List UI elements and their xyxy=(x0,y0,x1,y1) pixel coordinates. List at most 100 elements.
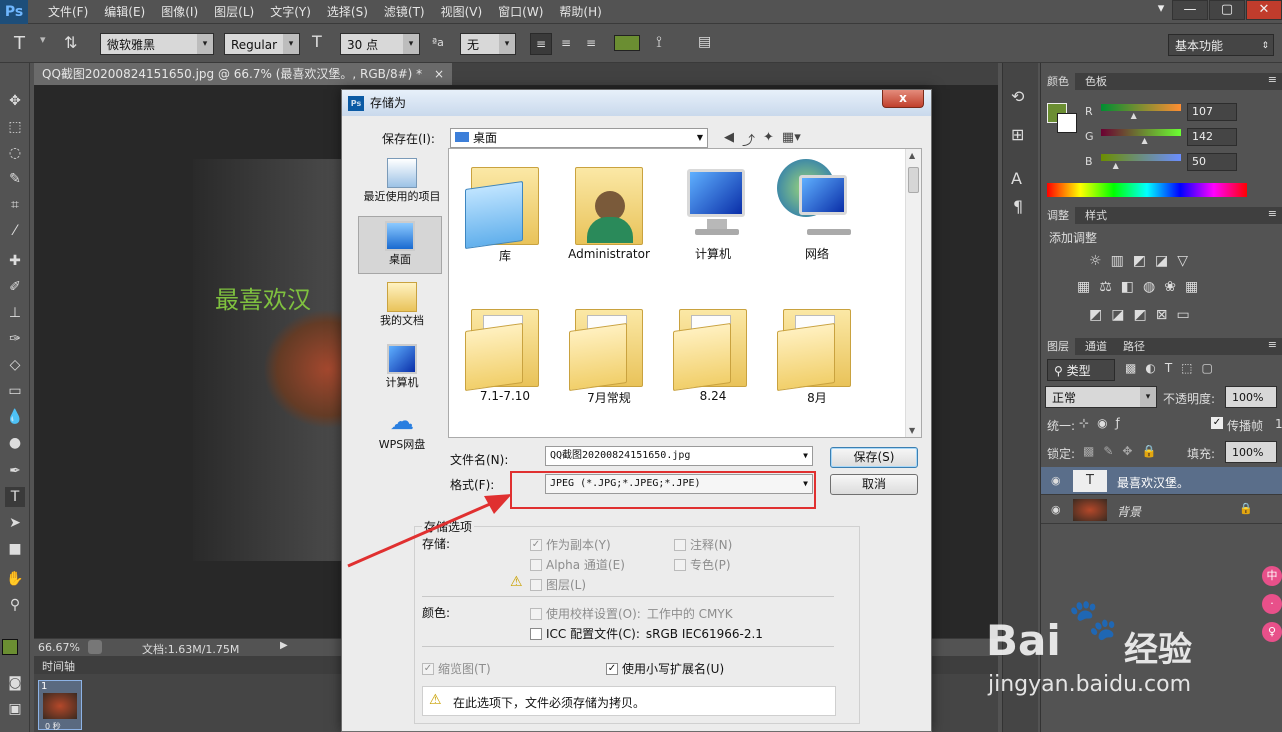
b-value-field[interactable]: 50 xyxy=(1187,153,1237,171)
zoom-level[interactable]: 66.67% xyxy=(38,641,80,654)
thumbnail-checkbox[interactable]: ✓ 缩览图(T) xyxy=(422,660,491,677)
back-icon[interactable]: ◀ xyxy=(724,130,734,149)
annotations-checkbox[interactable]: 注释(N) xyxy=(674,536,732,553)
r-slider[interactable] xyxy=(1101,104,1181,111)
dodge-tool-icon[interactable]: ● xyxy=(5,433,25,453)
file-item[interactable]: 8月 xyxy=(767,297,867,406)
shape-filter-icon[interactable]: ⬚ xyxy=(1181,361,1192,375)
lock-position-icon[interactable]: ✥ xyxy=(1122,444,1132,458)
quick-mask-icon[interactable]: ◙ xyxy=(5,673,25,693)
tool-preset-dropdown-icon[interactable]: ▾ xyxy=(40,33,46,46)
filename-input[interactable]: QQ截图20200824151650.jpg ▼ xyxy=(545,446,813,466)
icc-checkbox[interactable]: ICC 配置文件(C): sRGB IEC61966-2.1 xyxy=(530,625,763,642)
tab-paths[interactable]: 路径 xyxy=(1117,338,1151,355)
tab-swatches[interactable]: 色板 xyxy=(1079,73,1113,90)
align-left-icon[interactable]: ≡ xyxy=(530,33,552,55)
panel-menu-icon[interactable]: ≡ xyxy=(1268,338,1277,351)
photo-filter-icon[interactable]: ◍ xyxy=(1143,279,1155,295)
lock-transparency-icon[interactable]: ▩ xyxy=(1083,444,1094,458)
tab-channels[interactable]: 通道 xyxy=(1079,338,1113,355)
file-item[interactable]: 计算机 xyxy=(663,155,763,262)
unify-visibility-icon[interactable]: ◉ xyxy=(1097,416,1107,430)
cancel-button[interactable]: 取消 xyxy=(830,474,918,495)
timeline-title[interactable]: 时间轴 xyxy=(42,658,75,674)
font-size-select[interactable]: 30 点 ▾ xyxy=(340,33,420,55)
fill-field[interactable]: 100% xyxy=(1225,441,1277,463)
curves-icon[interactable]: ◩ xyxy=(1133,253,1146,269)
tab-layers[interactable]: 图层 xyxy=(1041,338,1075,355)
dialog-close-button[interactable]: x xyxy=(882,90,924,108)
place-documents[interactable]: 我的文档 xyxy=(358,282,446,328)
r-slider-thumb[interactable]: ▲ xyxy=(1131,111,1137,120)
b-slider[interactable] xyxy=(1101,154,1181,161)
levels-icon[interactable]: ▥ xyxy=(1111,253,1124,269)
minimize-icon[interactable]: ▾ xyxy=(1151,0,1171,20)
pen-tool-icon[interactable]: ✒ xyxy=(5,461,25,481)
place-recent[interactable]: 最近使用的项目 xyxy=(358,158,446,204)
hand-tool-icon[interactable]: ✋ xyxy=(5,569,25,589)
new-folder-icon[interactable]: ✦ xyxy=(763,130,774,149)
r-value-field[interactable]: 107 xyxy=(1187,103,1237,121)
lock-pixels-icon[interactable]: ✎ xyxy=(1103,444,1113,458)
type-tool-icon[interactable]: T xyxy=(14,33,25,54)
side-badge[interactable]: 中 xyxy=(1262,566,1282,586)
type-filter-icon[interactable]: T xyxy=(1165,361,1172,375)
tab-color[interactable]: 颜色 xyxy=(1041,73,1075,90)
minimize-button[interactable]: — xyxy=(1172,0,1208,20)
tab-styles[interactable]: 样式 xyxy=(1079,207,1113,224)
blur-tool-icon[interactable]: 💧 xyxy=(5,407,25,427)
menu-filter[interactable]: 滤镜(T) xyxy=(376,0,433,24)
animation-frame[interactable]: 1 0 秒 xyxy=(38,680,82,732)
panel-menu-icon[interactable]: ≡ xyxy=(1268,73,1277,86)
screen-mode-icon[interactable]: ▣ xyxy=(5,699,25,719)
menu-file[interactable]: 文件(F) xyxy=(40,0,96,24)
menu-type[interactable]: 文字(Y) xyxy=(262,0,319,24)
path-select-tool-icon[interactable]: ➤ xyxy=(5,513,25,533)
foreground-color-swatch[interactable] xyxy=(2,639,18,655)
place-wps-cloud[interactable]: ☁ WPS网盘 xyxy=(358,406,446,452)
layer-row[interactable]: ◉ T 最喜欢汉堡。 xyxy=(1041,467,1282,495)
color-balance-icon[interactable]: ⚖ xyxy=(1099,279,1112,295)
menu-layer[interactable]: 图层(L) xyxy=(206,0,262,24)
brush-tool-icon[interactable]: ✐ xyxy=(5,277,25,297)
up-folder-icon[interactable]: ⤴ xyxy=(742,130,755,149)
unify-style-icon[interactable]: ƒ xyxy=(1116,416,1120,430)
as-copy-checkbox[interactable]: ✓ 作为副本(Y) xyxy=(530,536,611,553)
close-tab-icon[interactable]: × xyxy=(434,67,444,81)
color-spectrum-bar[interactable] xyxy=(1047,183,1247,197)
gradient-map-icon[interactable]: ▭ xyxy=(1176,307,1189,323)
doc-info-icon[interactable] xyxy=(88,640,102,654)
proof-checkbox[interactable]: 使用校样设置(O): 工作中的 CMYK xyxy=(530,605,733,622)
smart-filter-icon[interactable]: ▢ xyxy=(1202,361,1213,375)
file-item[interactable]: 库 xyxy=(455,155,555,264)
spot-checkbox[interactable]: 专色(P) xyxy=(674,556,731,573)
file-item[interactable]: Administrator xyxy=(559,155,659,261)
blend-mode-select[interactable]: 正常 ▾ xyxy=(1045,386,1157,408)
visibility-eye-icon[interactable]: ◉ xyxy=(1051,474,1061,487)
place-desktop[interactable]: 桌面 xyxy=(358,216,442,274)
character-panel-icon[interactable]: A xyxy=(1011,169,1022,188)
frame-time[interactable]: 0 秒 xyxy=(45,721,61,732)
propagate-checkbox[interactable]: ✓ xyxy=(1211,417,1223,429)
menu-window[interactable]: 窗口(W) xyxy=(490,0,551,24)
file-item[interactable]: 7月常规 xyxy=(559,297,659,406)
antialias-select[interactable]: 无 ▾ xyxy=(460,33,516,55)
file-item[interactable]: 网络 xyxy=(767,155,867,262)
alpha-checkbox[interactable]: Alpha 通道(E) xyxy=(530,556,625,573)
save-in-select[interactable]: 桌面 ▼ xyxy=(450,128,708,148)
character-panel-icon[interactable]: ▤ xyxy=(698,34,711,50)
status-menu-arrow-icon[interactable]: ▶ xyxy=(280,640,288,651)
scroll-down-icon[interactable]: ▼ xyxy=(909,426,915,435)
eyedropper-tool-icon[interactable]: ⁄ xyxy=(5,221,25,241)
exposure-icon[interactable]: ◪ xyxy=(1155,253,1168,269)
close-button[interactable]: ✕ xyxy=(1246,0,1282,20)
brightness-icon[interactable]: ☼ xyxy=(1089,253,1102,269)
visibility-eye-icon[interactable]: ◉ xyxy=(1051,503,1061,516)
bw-icon[interactable]: ◧ xyxy=(1121,279,1134,295)
invert-icon[interactable]: ◩ xyxy=(1089,307,1102,323)
side-badge[interactable]: ♀ xyxy=(1262,622,1282,642)
g-value-field[interactable]: 142 xyxy=(1187,128,1237,146)
opacity-field[interactable]: 100% xyxy=(1225,386,1277,408)
layer-filter-select[interactable]: ⚲ 类型 xyxy=(1047,359,1115,381)
file-list-scrollbar[interactable]: ▲ ▼ xyxy=(905,149,921,437)
